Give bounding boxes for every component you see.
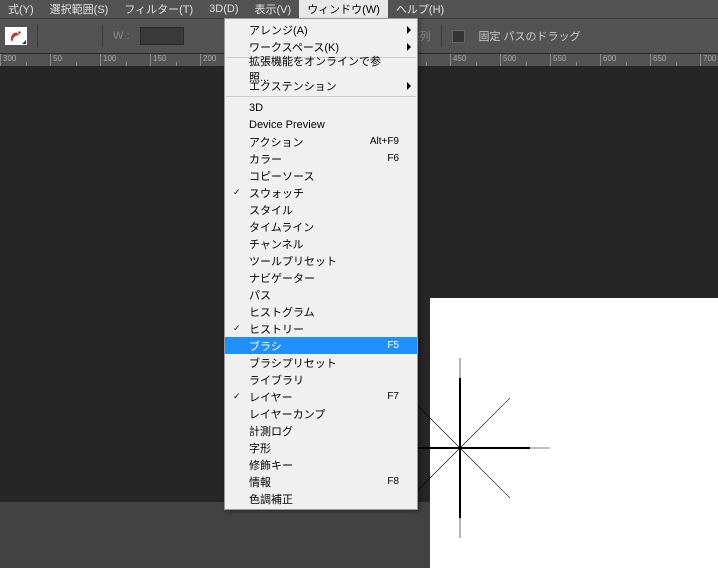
- menu-item-label: パス: [249, 287, 399, 303]
- menu-3D(D)[interactable]: 3D(D): [201, 1, 246, 17]
- tool-preset-picker[interactable]: [5, 27, 27, 45]
- menu-item-ブラシプリセット[interactable]: ブラシプリセット: [225, 354, 417, 371]
- check-icon: ✓: [233, 323, 241, 334]
- menu-item-label: Device Preview: [249, 119, 399, 131]
- menu-item-label: アレンジ(A): [249, 22, 399, 38]
- menu-item-3D[interactable]: 3D: [225, 99, 417, 116]
- menu-item-タイムライン[interactable]: タイムライン: [225, 218, 417, 235]
- menu-item-コピーソース[interactable]: コピーソース: [225, 167, 417, 184]
- check-icon: ✓: [233, 187, 241, 198]
- menu-item-label: レイヤーカンプ: [249, 406, 399, 422]
- menu-shortcut: F6: [387, 153, 399, 164]
- menu-item-label: ナビゲーター: [249, 270, 399, 286]
- menu-item-label: 情報: [249, 474, 387, 490]
- menu-item-パス[interactable]: パス: [225, 286, 417, 303]
- menu-separator: [226, 96, 416, 97]
- document-canvas[interactable]: [430, 298, 718, 568]
- menu-item-レイヤー[interactable]: ✓ レイヤーF7: [225, 388, 417, 405]
- menu-item-ライブラリ[interactable]: ライブラリ: [225, 371, 417, 388]
- menu-item-label: 計測ログ: [249, 423, 399, 439]
- menu-item-label: ライブラリ: [249, 372, 399, 388]
- menu-item-Device Preview[interactable]: Device Preview: [225, 116, 417, 133]
- menu-item-label: 3D: [249, 102, 399, 114]
- menu-item-ヒストグラム[interactable]: ヒストグラム: [225, 303, 417, 320]
- menu-選択範囲(S)[interactable]: 選択範囲(S): [42, 0, 117, 19]
- menu-式(Y)[interactable]: 式(Y): [0, 0, 42, 19]
- menu-item-カラー[interactable]: カラーF6: [225, 150, 417, 167]
- menu-item-色調補正[interactable]: 色調補正: [225, 490, 417, 507]
- menu-shortcut: F5: [387, 340, 399, 351]
- menu-shortcut: Alt+F9: [370, 136, 399, 147]
- menu-bar: 式(Y)選択範囲(S)フィルター(T)3D(D)表示(V)ウィンドウ(W)ヘルプ…: [0, 0, 718, 18]
- menu-item-アクション[interactable]: アクションAlt+F9: [225, 133, 417, 150]
- menu-item-ナビゲーター[interactable]: ナビゲーター: [225, 269, 417, 286]
- menu-item-字形[interactable]: 字形: [225, 439, 417, 456]
- menu-item-スウォッチ[interactable]: ✓ スウォッチ: [225, 184, 417, 201]
- submenu-arrow-icon: [407, 82, 411, 90]
- submenu-arrow-icon: [407, 26, 411, 34]
- menu-item-修飾キー[interactable]: 修飾キー: [225, 456, 417, 473]
- freeform-pen-icon: [9, 29, 23, 43]
- menu-shortcut: F8: [387, 476, 399, 487]
- width-input[interactable]: [140, 27, 184, 45]
- menu-item-スタイル[interactable]: スタイル: [225, 201, 417, 218]
- menu-item-label: タイムライン: [249, 219, 399, 235]
- menu-item-label: ツールプリセット: [249, 253, 399, 269]
- menu-item-label: エクステンション: [249, 78, 399, 94]
- menu-item-計測ログ[interactable]: 計測ログ: [225, 422, 417, 439]
- menu-表示(V)[interactable]: 表示(V): [247, 0, 300, 19]
- menu-item-情報[interactable]: 情報F8: [225, 473, 417, 490]
- menu-item-label: スタイル: [249, 202, 399, 218]
- menu-item-label: コピーソース: [249, 168, 399, 184]
- window-menu-dropdown: アレンジ(A)ワークスペース(K)拡張機能をオンラインで参照...エクステンショ…: [224, 18, 418, 510]
- menu-item-label: ヒストグラム: [249, 304, 399, 320]
- menu-item-label: カラー: [249, 151, 387, 167]
- menu-item-label: 字形: [249, 440, 399, 456]
- constrain-path-checkbox[interactable]: [452, 30, 465, 43]
- separator: [102, 25, 103, 47]
- check-icon: ✓: [233, 391, 241, 402]
- menu-item-label: アクション: [249, 134, 370, 150]
- menu-フィルター(T)[interactable]: フィルター(T): [116, 0, 201, 19]
- menu-ウィンドウ(W)[interactable]: ウィンドウ(W): [299, 0, 388, 19]
- menu-item-label: ブラシ: [249, 338, 387, 354]
- separator: [37, 25, 38, 47]
- menu-item-レイヤーカンプ[interactable]: レイヤーカンプ: [225, 405, 417, 422]
- menu-ヘルプ(H)[interactable]: ヘルプ(H): [388, 0, 452, 19]
- separator: [441, 25, 442, 47]
- menu-item-label: ヒストリー: [249, 321, 399, 337]
- constrain-path-label: 固定 パスのドラッグ: [479, 28, 581, 44]
- submenu-arrow-icon: [407, 43, 411, 51]
- menu-item-ブラシ[interactable]: ブラシF5: [225, 337, 417, 354]
- menu-item-label: レイヤー: [249, 389, 387, 405]
- menu-item-label: スウォッチ: [249, 185, 399, 201]
- width-label: W :: [113, 30, 130, 42]
- menu-item-アレンジ(A)[interactable]: アレンジ(A): [225, 21, 417, 38]
- menu-item-label: チャンネル: [249, 236, 399, 252]
- menu-item-拡張機能をオンラインで参照...[interactable]: 拡張機能をオンラインで参照...: [225, 60, 417, 77]
- menu-item-label: ブラシプリセット: [249, 355, 399, 371]
- menu-item-ヒストリー[interactable]: ✓ ヒストリー: [225, 320, 417, 337]
- menu-item-チャンネル[interactable]: チャンネル: [225, 235, 417, 252]
- menu-item-label: 修飾キー: [249, 457, 399, 473]
- menu-item-ツールプリセット[interactable]: ツールプリセット: [225, 252, 417, 269]
- menu-item-エクステンション[interactable]: エクステンション: [225, 77, 417, 94]
- menu-shortcut: F7: [387, 391, 399, 402]
- menu-item-label: 色調補正: [249, 491, 399, 507]
